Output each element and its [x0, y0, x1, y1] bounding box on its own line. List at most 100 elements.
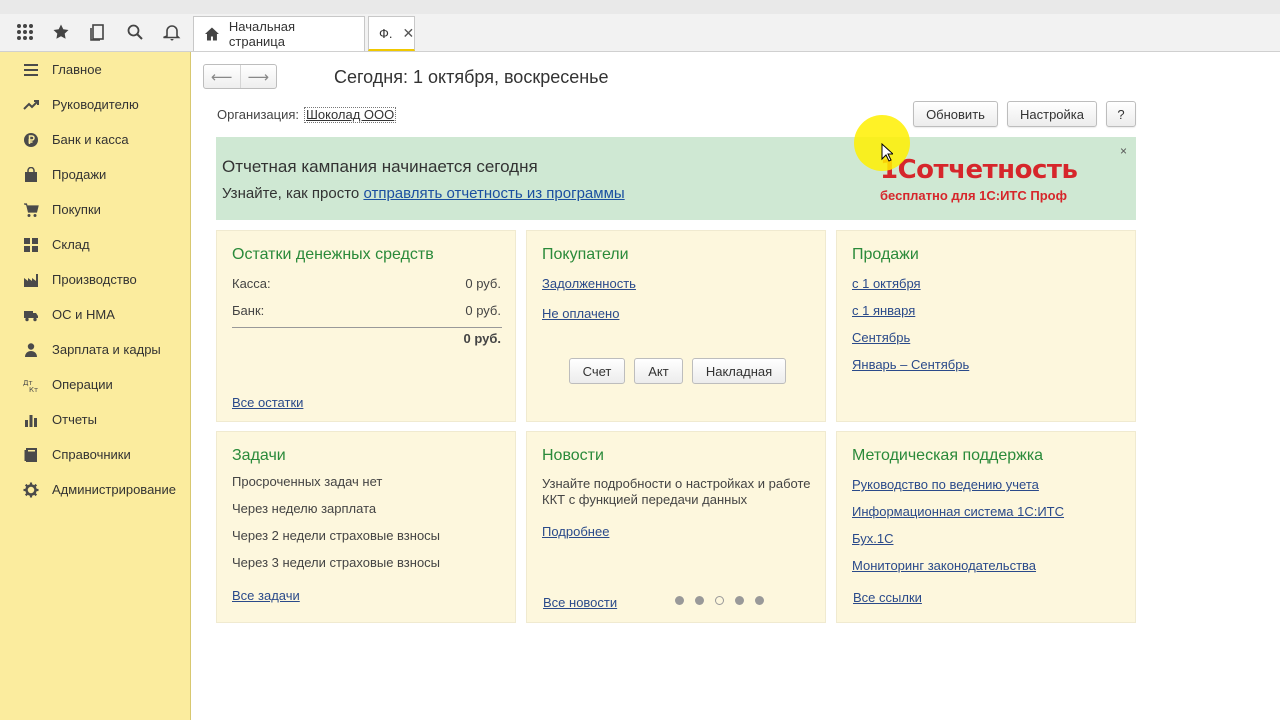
top-bar: Начальная страница Ф. ✕: [0, 0, 1280, 52]
sidebar-item-label: Главное: [52, 62, 102, 77]
sidebar-item-purchases[interactable]: Покупки: [0, 192, 190, 227]
sales-september-link[interactable]: Сентябрь: [852, 330, 910, 345]
debt-link[interactable]: Задолженность: [542, 276, 636, 291]
mouse-pointer-icon: [881, 143, 893, 162]
total-value: 0 руб.: [463, 331, 501, 346]
sidebar-item-assets[interactable]: ОС и НМА: [0, 297, 190, 332]
grid-icon: [22, 236, 40, 254]
sales-panel: Продажи с 1 октября с 1 января Сентябрь …: [836, 230, 1136, 422]
sidebar-item-label: Зарплата и кадры: [52, 342, 161, 357]
close-banner-icon[interactable]: ×: [1120, 144, 1127, 158]
refresh-button[interactable]: Обновить: [913, 101, 998, 127]
sidebar-item-production[interactable]: Производство: [0, 262, 190, 297]
reporting-logo[interactable]: 1Сотчетность: [880, 155, 1078, 185]
news-text-line: Узнайте подробности о настройках и работ…: [542, 476, 811, 491]
news-more-link[interactable]: Подробнее: [542, 524, 609, 539]
history-icon[interactable]: [86, 20, 110, 44]
carousel-dot[interactable]: [735, 596, 744, 605]
banner-text-prefix: Узнайте, как просто: [222, 185, 364, 202]
sidebar-item-bank[interactable]: Банк и касса: [0, 122, 190, 157]
sales-since-october-link[interactable]: с 1 октября: [852, 276, 921, 291]
panel-title: Остатки денежных средств: [232, 246, 434, 263]
sidebar-item-sales[interactable]: Продажи: [0, 157, 190, 192]
methodical-support-panel: Методическая поддержка Руководство по ве…: [836, 431, 1136, 623]
invoice-button[interactable]: Счет: [569, 358, 625, 384]
act-button[interactable]: Акт: [634, 358, 683, 384]
all-tasks-link[interactable]: Все задачи: [232, 588, 300, 603]
cash-value: 0 руб.: [465, 276, 501, 291]
sidebar-item-label: ОС и НМА: [52, 307, 115, 322]
panel-title: Методическая поддержка: [852, 447, 1044, 464]
sidebar-item-warehouse[interactable]: Склад: [0, 227, 190, 262]
person-icon: [22, 341, 40, 359]
sidebar-item-main[interactable]: Главное: [0, 52, 190, 87]
all-news-link[interactable]: Все новости: [543, 595, 617, 610]
tab-home-page[interactable]: Начальная страница: [193, 16, 365, 51]
ruble-icon: [22, 131, 40, 149]
carousel-dot[interactable]: [755, 596, 764, 605]
sidebar-item-directories[interactable]: Справочники: [0, 437, 190, 472]
settings-button[interactable]: Настройка: [1007, 101, 1097, 127]
close-tab-icon[interactable]: ✕: [403, 25, 415, 42]
page-title: Сегодня: 1 октября, воскресенье: [334, 67, 609, 87]
forward-arrow-icon[interactable]: ⟶: [239, 65, 277, 88]
notifications-bell-icon[interactable]: [160, 20, 184, 44]
panel-title: Покупатели: [542, 246, 629, 263]
panel-title: Продажи: [852, 246, 919, 263]
sidebar-item-label: Продажи: [52, 167, 107, 182]
sidebar-item-label: Банк и касса: [52, 132, 129, 147]
tab-label: Начальная страница: [228, 19, 296, 49]
sidebar-item-operations[interactable]: Дт Кт Операции: [0, 367, 190, 402]
buh-1c-link[interactable]: Бух.1С: [852, 531, 893, 546]
sidebar-item-administration[interactable]: Администрирование: [0, 472, 190, 507]
organization-label: Организация:: [217, 107, 300, 122]
help-button[interactable]: ?: [1106, 101, 1136, 127]
sidebar-item-payroll[interactable]: Зарплата и кадры: [0, 332, 190, 367]
unpaid-link[interactable]: Не оплачено: [542, 306, 619, 321]
window-title-strip: [0, 0, 1280, 14]
carousel-dot[interactable]: [675, 596, 684, 605]
gear-icon: [22, 481, 40, 499]
sidebar-item-reports[interactable]: Отчеты: [0, 402, 190, 437]
favorites-star-icon[interactable]: [49, 20, 73, 44]
search-icon[interactable]: [123, 20, 147, 44]
bank-label: Банк:: [232, 303, 265, 318]
sidebar-item-manager[interactable]: Руководителю: [0, 87, 190, 122]
cash-label: Касса:: [232, 276, 271, 291]
cart-icon: [22, 201, 40, 219]
waybill-button[interactable]: Накладная: [692, 358, 786, 384]
cash-balance-panel: Остатки денежных средств Касса: 0 руб. Б…: [216, 230, 516, 422]
sales-january-september-link[interactable]: Январь – Сентябрь: [852, 357, 969, 372]
reporting-banner: Отчетная кампания начинается сегодня Узн…: [216, 137, 1136, 220]
its-system-link[interactable]: Информационная система 1С:ИТС: [852, 504, 1064, 519]
all-links-link[interactable]: Все ссылки: [853, 590, 922, 605]
tab-label: Ф.: [379, 25, 393, 41]
sidebar-item-label: Отчеты: [52, 412, 97, 427]
carousel-dot-active[interactable]: [715, 596, 724, 605]
all-balances-link[interactable]: Все остатки: [232, 395, 303, 410]
trend-icon: [22, 96, 40, 114]
sidebar-item-label: Администрирование: [52, 482, 176, 497]
reporting-logo-subtitle: бесплатно для 1С:ИТС Проф: [880, 188, 1067, 203]
carousel-dot[interactable]: [695, 596, 704, 605]
accounting-guide-link[interactable]: Руководство по ведению учета: [852, 477, 1039, 492]
back-arrow-icon[interactable]: ⟵: [204, 65, 240, 88]
bar-chart-icon: [22, 411, 40, 429]
task-item: Просроченных задач нет: [232, 474, 383, 489]
navigation-buttons: ⟵ ⟶: [203, 64, 277, 89]
menu-icon: [22, 61, 40, 79]
organization-link[interactable]: Шоколад ООО: [304, 107, 397, 123]
apps-grid-icon[interactable]: [13, 20, 37, 44]
panel-title: Новости: [542, 447, 604, 464]
banner-link[interactable]: отправлять отчетность из программы: [363, 185, 624, 202]
tab-form[interactable]: Ф. ✕: [368, 16, 415, 51]
home-icon: [204, 27, 219, 41]
sales-since-january-link[interactable]: с 1 января: [852, 303, 915, 318]
buyers-panel: Покупатели Задолженность Не оплачено Сче…: [526, 230, 826, 422]
legislation-monitoring-link[interactable]: Мониторинг законодательства: [852, 558, 1036, 573]
banner-title: Отчетная кампания начинается сегодня: [222, 157, 538, 176]
book-icon: [22, 446, 40, 464]
banner-text: Узнайте, как просто отправлять отчетност…: [222, 185, 625, 202]
panel-title: Задачи: [232, 447, 286, 464]
dtkt-icon: Дт Кт: [22, 376, 40, 394]
